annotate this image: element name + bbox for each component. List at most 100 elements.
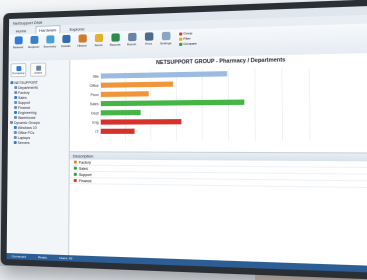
folder-icon	[14, 136, 17, 139]
sidebar-item-label: Warehouse	[18, 115, 36, 119]
ribbon-icon-1	[30, 36, 38, 44]
ribbon-small-label-1: Filter	[183, 36, 190, 40]
ribbon-icon-4	[78, 34, 86, 42]
folder-icon	[14, 106, 17, 109]
category-label-2: Floor	[91, 93, 100, 97]
folder-icon	[14, 141, 17, 144]
status-icon	[74, 173, 77, 176]
ribbon-button-6[interactable]: Reports	[108, 33, 122, 54]
ribbon-label-6: Reports	[110, 42, 121, 46]
folder-icon	[14, 116, 17, 119]
tab-explorer[interactable]: Explorer	[66, 25, 87, 33]
folder-icon	[10, 81, 13, 84]
bar-4[interactable]	[101, 110, 141, 115]
ribbon-label-8: Print	[145, 42, 152, 46]
sidebar-item-label: Departments	[18, 85, 38, 89]
ribbon-label-7: Export	[127, 42, 136, 46]
sidebar-item-label: Laptops	[18, 135, 30, 139]
ribbon-icon-9	[161, 32, 170, 41]
sidebar-item-label: NETSUPPORT	[14, 80, 38, 84]
users-button[interactable]: Users	[30, 63, 46, 77]
ribbon-button-4[interactable]: History	[75, 34, 88, 55]
workspace: Company Users NETSUPPORTDepartmentsFacto…	[7, 53, 367, 267]
ribbon-icon-6	[111, 33, 119, 41]
ribbon-button-3[interactable]: Details	[59, 35, 72, 55]
status-icon	[74, 179, 77, 182]
ribbon-icon-2	[46, 35, 54, 43]
window-title: NetSupport DNA	[13, 19, 42, 25]
category-label-5: Eng	[92, 120, 99, 124]
category-label-0: Site	[93, 75, 99, 79]
ribbon-icon-8	[144, 32, 152, 40]
ribbon-icon-5	[94, 34, 102, 42]
sidebar-item-label: Windows 10	[18, 125, 37, 129]
details-row-label: Sales	[79, 166, 88, 170]
folder-icon	[14, 126, 17, 129]
sidebar-item-label: Sales	[18, 95, 27, 99]
main-panel: NETSUPPORT GROUP - Pharmacy / Department…	[69, 53, 367, 267]
category-label-1: Office	[90, 84, 99, 88]
sidebar-item-label: Support	[18, 100, 30, 104]
ribbon-small-item-0[interactable]: Group	[179, 31, 197, 36]
ribbon-button-5[interactable]: Alerts	[92, 34, 105, 55]
ribbon-label-5: Alerts	[95, 43, 103, 47]
details-row-label: Support	[79, 172, 92, 176]
ribbon-small-icon-0	[179, 32, 182, 35]
app-window: NetSupport DNA Home Hardware Explorer Re…	[7, 6, 367, 274]
ribbon-label-1: Explorer	[28, 45, 39, 49]
ribbon-button-7[interactable]: Export	[125, 33, 139, 54]
status-connected: Connected	[12, 254, 27, 259]
ribbon-button-9[interactable]: Settings	[159, 32, 173, 53]
ribbon-button-8[interactable]: Print	[142, 32, 156, 53]
ribbon-small-label-0: Group	[183, 31, 192, 35]
bar-2[interactable]	[101, 91, 149, 97]
folder-icon	[14, 111, 17, 114]
ribbon-icon-0	[14, 36, 22, 44]
details-row-label: Finance	[79, 178, 92, 182]
folder-icon	[14, 96, 17, 99]
folder-icon	[10, 121, 13, 124]
folder-icon	[14, 86, 17, 89]
laptop: NetSupport DNA Home Hardware Explorer Re…	[1, 0, 367, 280]
bar-3[interactable]	[101, 100, 245, 107]
details-row-label: Factory	[79, 160, 91, 164]
company-button[interactable]: Company	[10, 63, 26, 77]
sidebar-item-label: Factory	[18, 90, 30, 94]
status-ready: Ready	[38, 255, 47, 259]
ribbon-icon-3	[62, 35, 70, 43]
folder-icon	[14, 131, 17, 134]
tab-hardware[interactable]: Hardware	[35, 25, 60, 34]
ribbon-label-2: Summary	[43, 44, 56, 48]
category-label-6: IT	[95, 130, 99, 134]
bar-chart: Site Office Floor Sales Dept Eng IT	[78, 65, 331, 150]
bar-1[interactable]	[101, 82, 173, 88]
ribbon-small-item-1[interactable]: Filter	[179, 36, 197, 41]
category-label-3: Sales	[90, 102, 99, 106]
folder-icon	[14, 101, 17, 104]
status-icon	[74, 160, 77, 163]
sidebar-item-label: Dynamic Groups	[14, 120, 40, 124]
status-icon	[74, 167, 77, 170]
ribbon-small-icon-1	[179, 37, 182, 40]
ribbon-small-group: GroupFilterCompare	[179, 31, 197, 46]
bar-5[interactable]	[101, 119, 182, 125]
bar-6[interactable]	[101, 129, 135, 134]
ribbon-small-item-2[interactable]: Compare	[179, 41, 197, 46]
ribbon-button-1[interactable]: Explorer	[27, 36, 40, 56]
company-label: Company	[12, 70, 25, 74]
tree: NETSUPPORTDepartmentsFactorySalesSupport…	[10, 79, 67, 145]
ribbon-label-4: History	[77, 43, 87, 47]
ribbon-label-0: Refresh	[13, 45, 23, 49]
users-label: Users	[34, 70, 42, 74]
ribbon-button-2[interactable]: Summary	[43, 35, 56, 55]
folder-icon	[14, 91, 17, 94]
ribbon-small-icon-2	[179, 42, 182, 45]
tab-home[interactable]: Home	[13, 27, 29, 34]
category-label-4: Dept	[91, 111, 99, 115]
ribbon-button-0[interactable]: Refresh	[12, 36, 25, 56]
bar-0[interactable]	[101, 71, 227, 78]
ribbon-label-3: Details	[61, 44, 70, 48]
ribbon-label-9: Settings	[160, 41, 172, 45]
sidebar-item[interactable]: Servers	[10, 140, 67, 145]
sidebar-item-label: Servers	[18, 141, 30, 145]
